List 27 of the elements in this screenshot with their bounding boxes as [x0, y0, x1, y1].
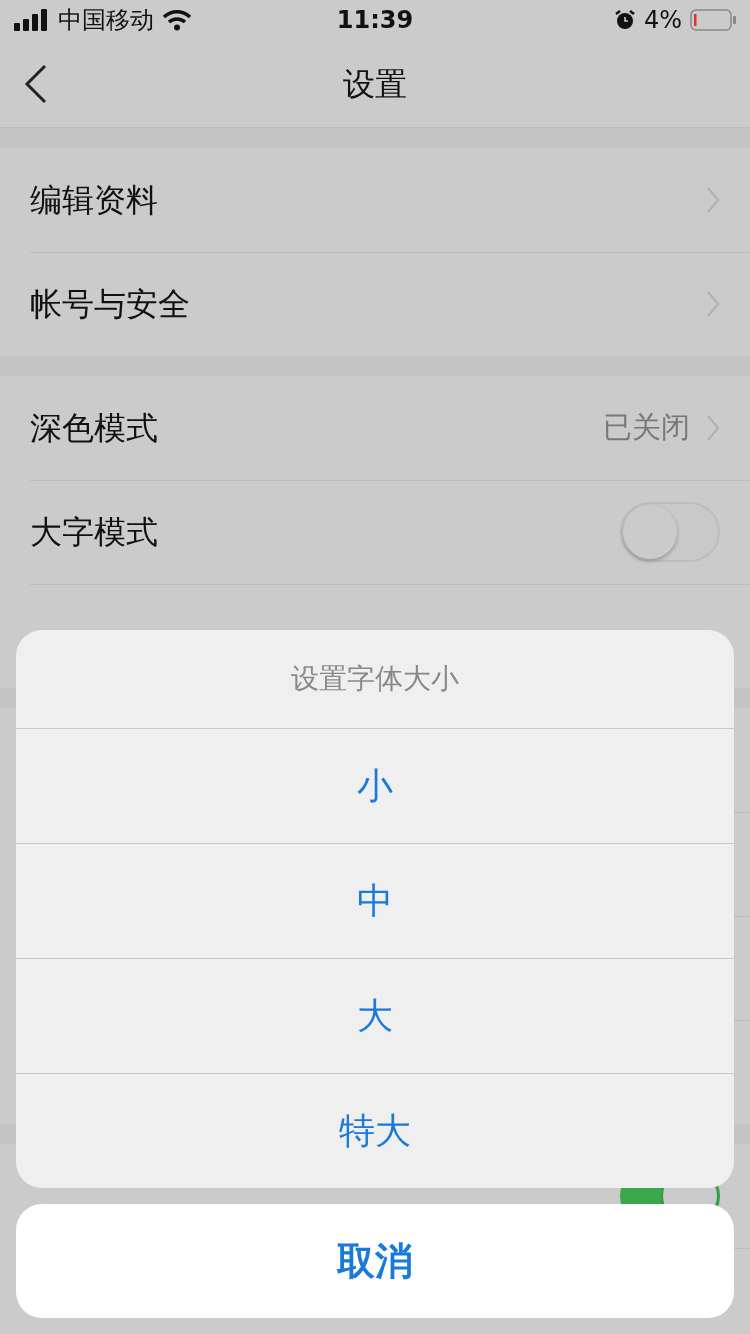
settings-row[interactable]: 编辑资料	[0, 148, 750, 252]
back-icon[interactable]	[24, 63, 48, 104]
signal-icon	[14, 9, 50, 31]
font-size-option[interactable]: 小	[16, 728, 734, 843]
setting-label: 编辑资料	[30, 180, 158, 221]
toggle-switch[interactable]	[620, 502, 720, 562]
clock-time: 11:39	[336, 5, 414, 36]
battery-percent: 4%	[643, 5, 682, 36]
chevron-icon	[706, 290, 720, 318]
sheet-title: 设置字体大小	[291, 661, 459, 697]
page-title: 设置	[343, 63, 407, 105]
setting-value: 已关闭	[603, 409, 690, 447]
setting-label: 帐号与安全	[30, 284, 190, 325]
chevron-icon	[706, 186, 720, 214]
wifi-icon	[162, 9, 192, 31]
cancel-button[interactable]: 取消	[16, 1204, 734, 1318]
carrier-name: 中国移动	[58, 5, 154, 36]
settings-row[interactable]: 帐号与安全	[0, 252, 750, 356]
font-size-option[interactable]: 大	[16, 958, 734, 1073]
font-size-option[interactable]: 中	[16, 843, 734, 958]
alarm-icon	[613, 9, 636, 31]
setting-label: 大字模式	[30, 512, 158, 553]
font-size-option[interactable]: 特大	[16, 1073, 734, 1188]
chevron-icon	[706, 414, 720, 442]
settings-row[interactable]: 深色模式 已关闭	[0, 376, 750, 480]
battery-icon	[690, 9, 736, 31]
setting-label: 深色模式	[30, 408, 158, 449]
